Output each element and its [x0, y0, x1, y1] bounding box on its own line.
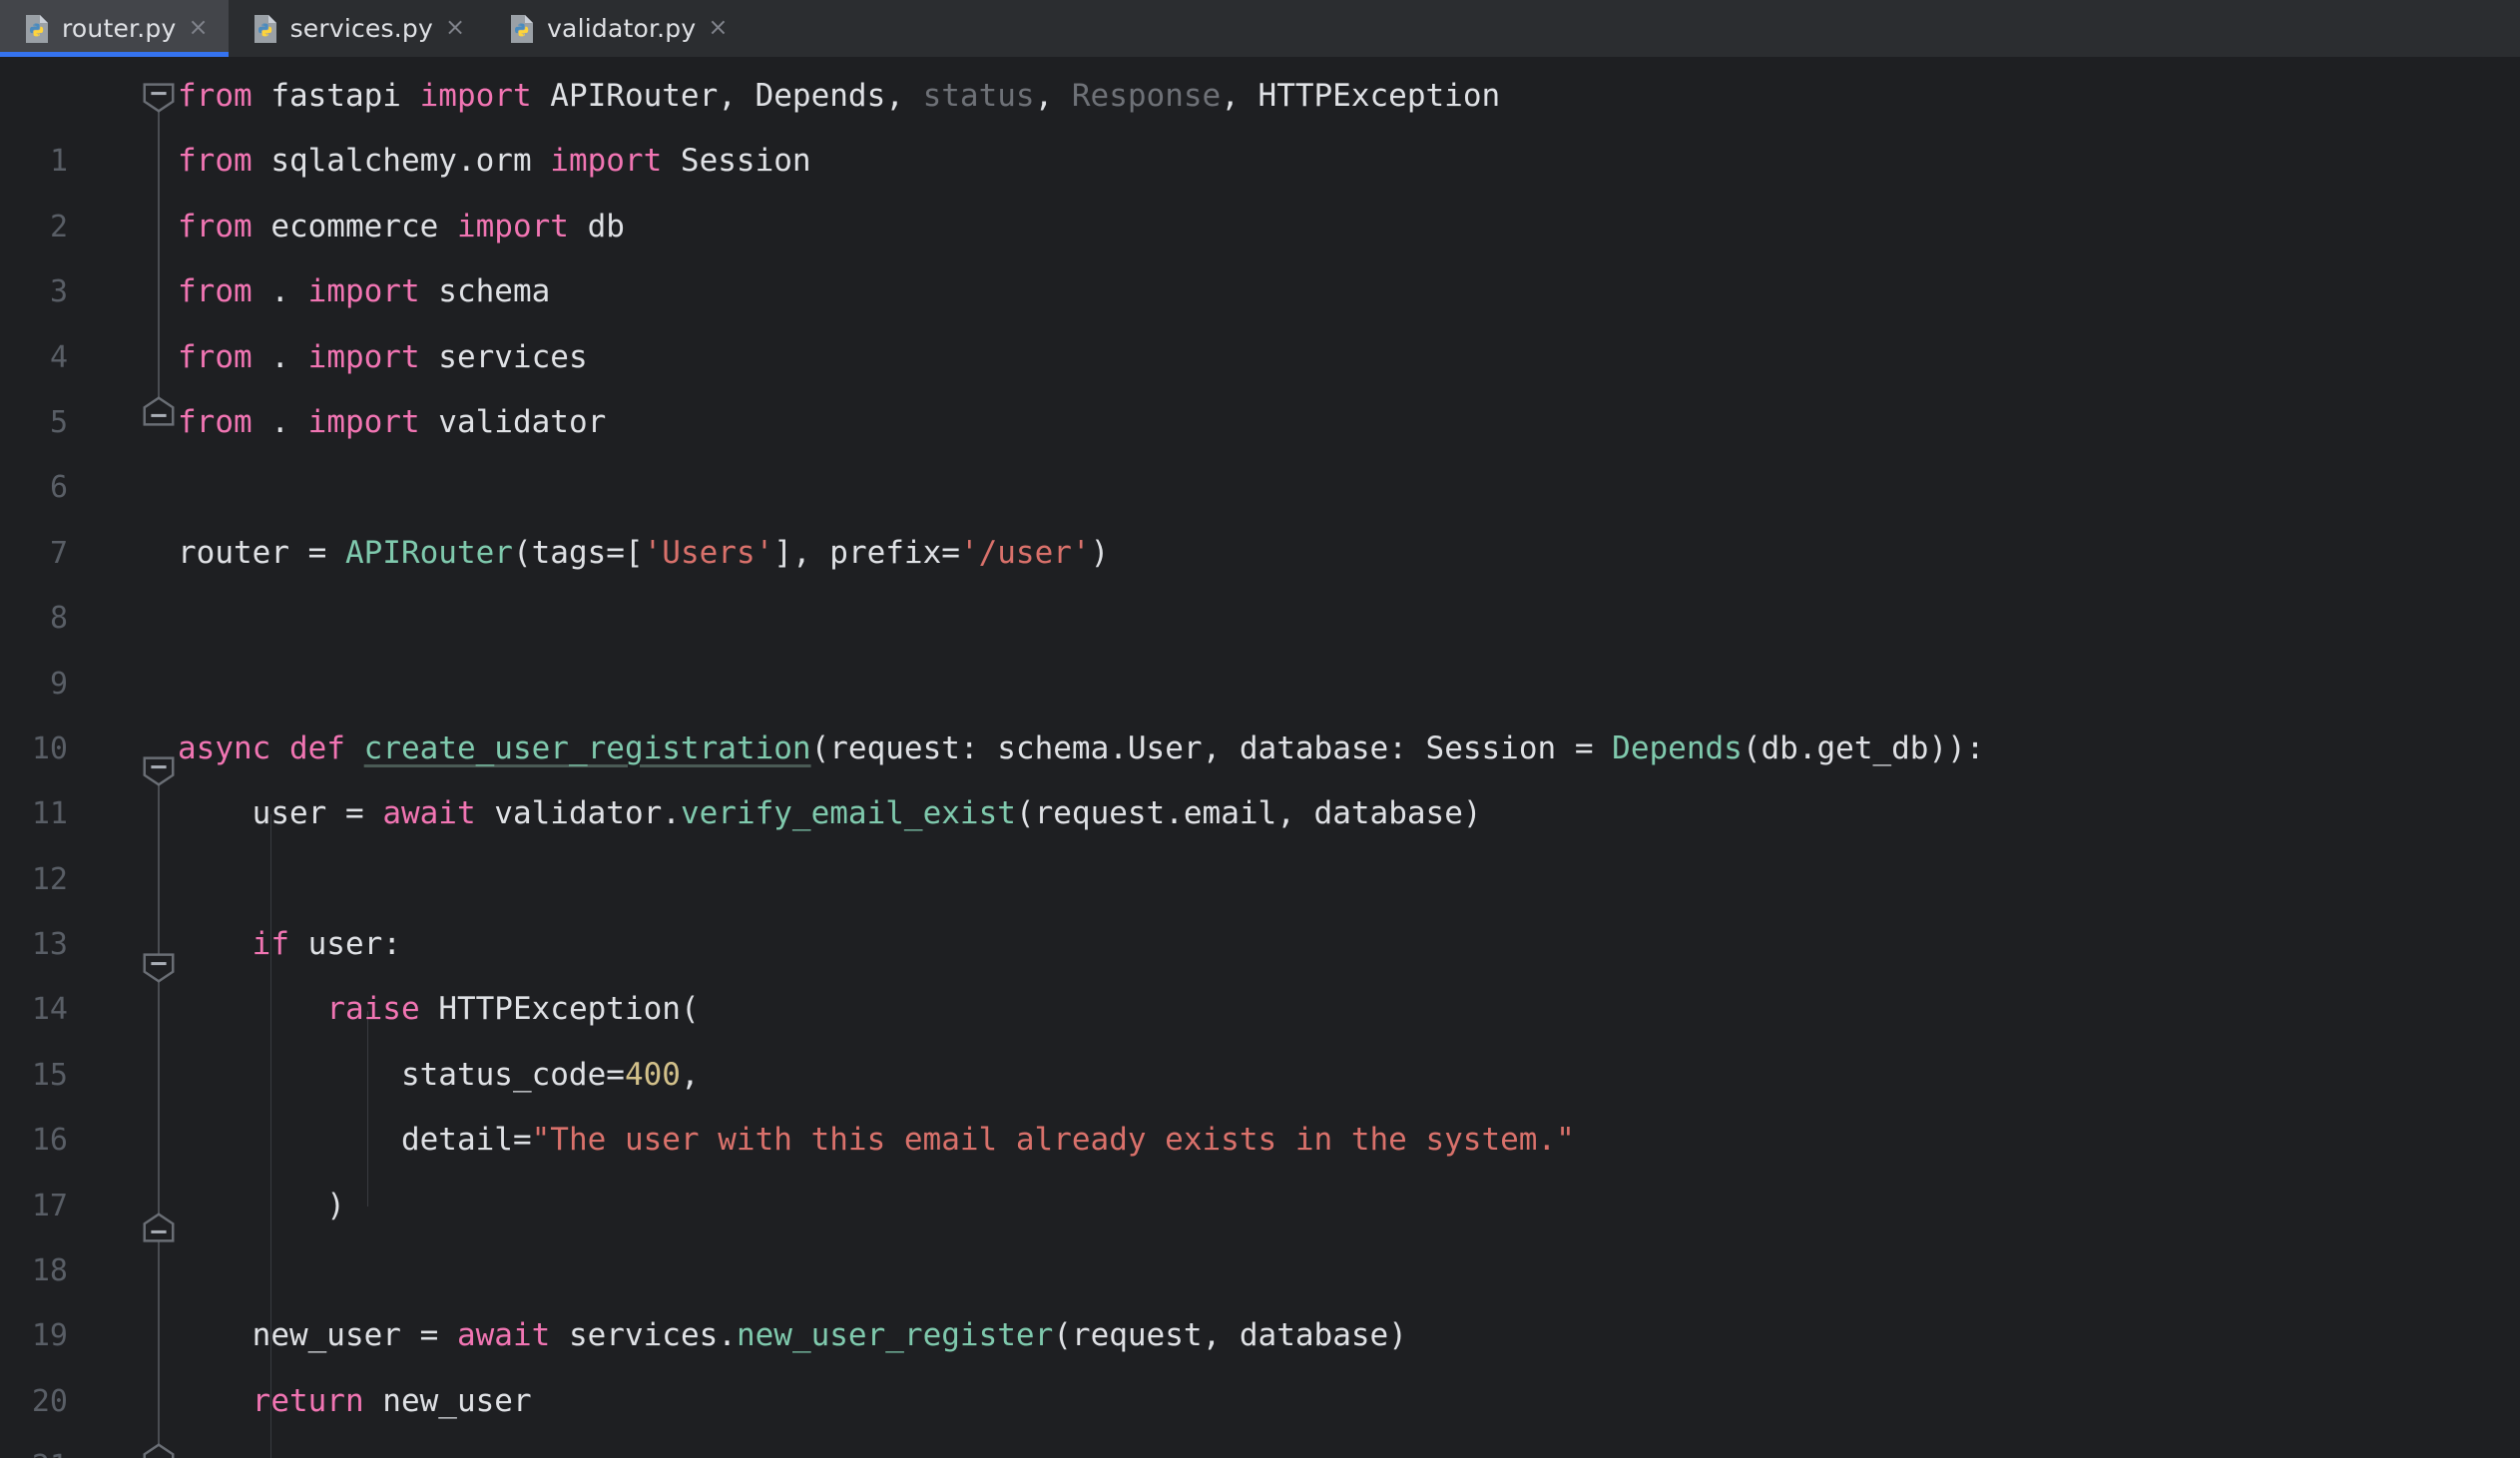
python-file-icon: [252, 14, 278, 44]
code-line-text: new_user = await services.new_user_regis…: [178, 1317, 1407, 1354]
code-line-text: raise HTTPException(: [326, 991, 700, 1028]
python-file-icon: [509, 14, 535, 44]
line-number: 21: [0, 1434, 68, 1458]
editor-tab-bar: router.py × services.py × validator.py ×: [0, 0, 2520, 58]
tab-label: router.py: [62, 14, 177, 43]
python-file-icon: [24, 14, 50, 44]
code-line[interactable]: 10: [0, 652, 2520, 766]
code-line[interactable]: 9: [0, 586, 2520, 702]
code-line[interactable]: 17 detail="The user with this email alre…: [0, 1108, 2520, 1222]
code-line-text: return new_user: [252, 1382, 532, 1419]
code-line[interactable]: 16 status_code=400,: [0, 1043, 2520, 1158]
close-icon[interactable]: ×: [708, 15, 728, 42]
code-line[interactable]: 20 new_user = await services.new_user_re…: [0, 1303, 2520, 1418]
code-line[interactable]: 12 user = await validator.verify_email_e…: [0, 781, 2520, 896]
code-line-text: from . import services: [178, 338, 588, 375]
close-icon[interactable]: ×: [445, 15, 465, 42]
code-line-text: if user:: [252, 926, 401, 963]
code-line[interactable]: 13: [0, 847, 2520, 962]
code-editor[interactable]: 1 from fastapi import APIRouter, Depends…: [0, 58, 2520, 1458]
code-line-text: user = await validator.verify_email_exis…: [178, 795, 1482, 832]
tab-router-py[interactable]: router.py ×: [0, 0, 229, 57]
code-line[interactable]: 4 from . import schema: [0, 259, 2520, 374]
code-line[interactable]: 7: [0, 455, 2520, 571]
code-line[interactable]: 15 raise HTTPException(: [0, 977, 2520, 1092]
tab-label: services.py: [289, 14, 433, 43]
tab-validator-py[interactable]: validator.py ×: [485, 0, 748, 57]
code-line[interactable]: 11 async def create_user_registration(re…: [0, 717, 2520, 831]
code-line-text: from . import validator: [178, 403, 607, 440]
code-line-text: from sqlalchemy.orm import Session: [178, 143, 811, 180]
tab-label: validator.py: [547, 14, 697, 43]
code-line-text: from . import schema: [178, 273, 551, 310]
code-line[interactable]: 21 return new_user: [0, 1369, 2520, 1458]
code-line-text: ): [178, 1187, 345, 1223]
code-line[interactable]: 2 from sqlalchemy.orm import Session: [0, 129, 2520, 243]
code-line[interactable]: 14 if user:: [0, 912, 2520, 1027]
code-line[interactable]: 5 from . import services: [0, 325, 2520, 440]
code-line-text: async def create_user_registration(reque…: [178, 729, 1985, 766]
code-line-text: from fastapi import APIRouter, Depends, …: [178, 78, 1501, 114]
code-line-text: from ecommerce import db: [178, 208, 625, 244]
code-line-text: status_code=400,: [178, 1056, 700, 1093]
code-content[interactable]: 1 from fastapi import APIRouter, Depends…: [0, 58, 2520, 1458]
code-line[interactable]: 3 from ecommerce import db: [0, 195, 2520, 309]
code-line[interactable]: 19: [0, 1238, 2520, 1353]
code-line[interactable]: 6 from . import validator: [0, 390, 2520, 505]
code-line[interactable]: 8 router = APIRouter(tags=['Users'], pre…: [0, 521, 2520, 636]
fold-marker-expanded-bottom[interactable]: [140, 1440, 178, 1458]
code-line-text: router = APIRouter(tags=['Users'], prefi…: [178, 534, 1110, 571]
tab-services-py[interactable]: services.py ×: [229, 0, 486, 57]
close-icon[interactable]: ×: [188, 15, 208, 42]
code-line[interactable]: 1 from fastapi import APIRouter, Depends…: [0, 64, 2520, 179]
code-line[interactable]: 18 ): [0, 1174, 2520, 1288]
code-line-text: detail="The user with this email already…: [178, 1122, 1575, 1159]
